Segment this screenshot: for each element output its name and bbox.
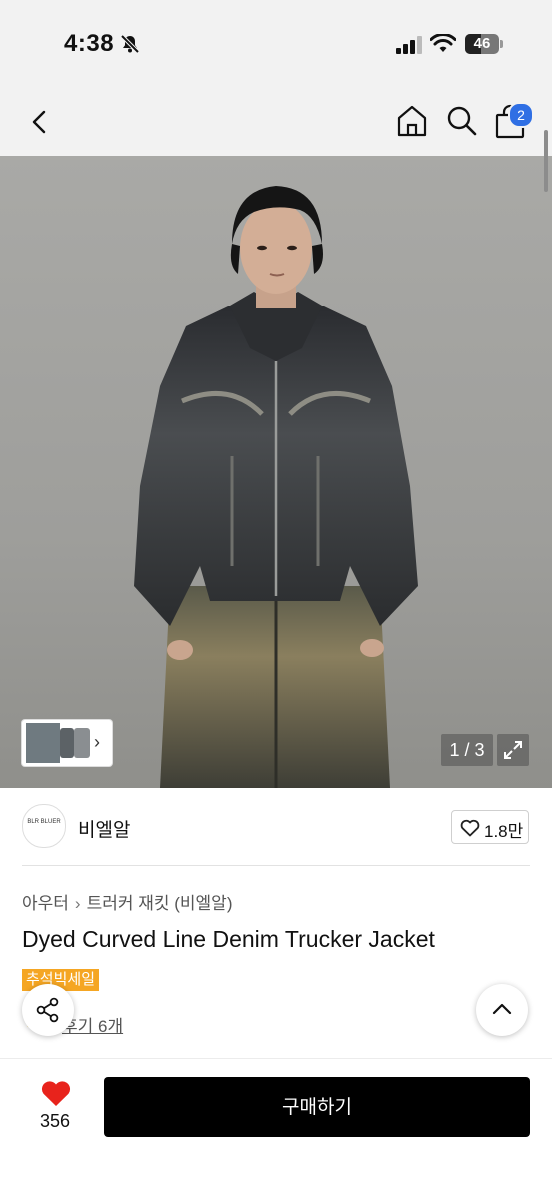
- cart-count-badge: 2: [508, 102, 534, 128]
- breadcrumb-subcategory[interactable]: 트러커 재킷 (비엘알): [87, 894, 233, 913]
- brand-logo-text: BLR BLUER: [27, 819, 61, 825]
- bottom-action-bar: 356 구매하기: [0, 1058, 552, 1201]
- thumbnail-strip[interactable]: ›: [22, 720, 112, 766]
- brand-like-count: 1.8만: [484, 822, 524, 841]
- status-bar: 4:38 46: [0, 0, 552, 90]
- home-icon[interactable]: [396, 104, 428, 138]
- brand-name[interactable]: 비엘알: [78, 815, 130, 842]
- wish-count: 356: [39, 1111, 71, 1131]
- wifi-icon: [430, 34, 456, 52]
- scroll-indicator[interactable]: [544, 130, 548, 192]
- chevron-up-icon: [492, 1003, 512, 1015]
- battery-level: 46: [473, 35, 491, 52]
- share-icon: [36, 997, 59, 1023]
- heart-outline-icon: [460, 819, 480, 837]
- heart-filled-icon[interactable]: [40, 1079, 72, 1107]
- chevron-right-icon[interactable]: ›: [94, 732, 100, 753]
- buy-button[interactable]: 구매하기: [104, 1077, 530, 1137]
- search-icon[interactable]: [446, 104, 478, 138]
- brand-row: BLR BLUER 비엘알 1.8만: [22, 804, 530, 850]
- back-icon[interactable]: [26, 106, 54, 138]
- product-image[interactable]: [0, 156, 552, 788]
- product-title: Dyed Curved Line Denim Trucker Jacket: [22, 926, 435, 952]
- scroll-top-button[interactable]: [476, 984, 528, 1036]
- brand-logo[interactable]: BLR BLUER: [22, 804, 66, 848]
- bell-off-icon: [120, 34, 140, 54]
- signal-icon: [396, 36, 422, 54]
- status-time: 4:38: [64, 30, 115, 57]
- divider: [22, 865, 530, 866]
- top-nav: [0, 90, 552, 156]
- expand-button[interactable]: [497, 734, 529, 766]
- thumbnail-1[interactable]: [26, 723, 60, 763]
- image-counter: 1 / 3: [441, 734, 493, 766]
- model-photo: [134, 186, 418, 788]
- share-button[interactable]: [22, 984, 74, 1036]
- breadcrumb-category[interactable]: 아우터: [22, 894, 69, 913]
- breadcrumb-separator: ›: [74, 894, 81, 913]
- battery-icon: 46: [465, 34, 505, 54]
- breadcrumb: 아우터 › 트러커 재킷 (비엘알): [22, 889, 232, 914]
- expand-icon: [504, 741, 522, 759]
- thumbnail-2[interactable]: [60, 728, 74, 758]
- thumbnail-3[interactable]: [74, 728, 90, 758]
- brand-like-button[interactable]: 1.8만: [451, 810, 529, 844]
